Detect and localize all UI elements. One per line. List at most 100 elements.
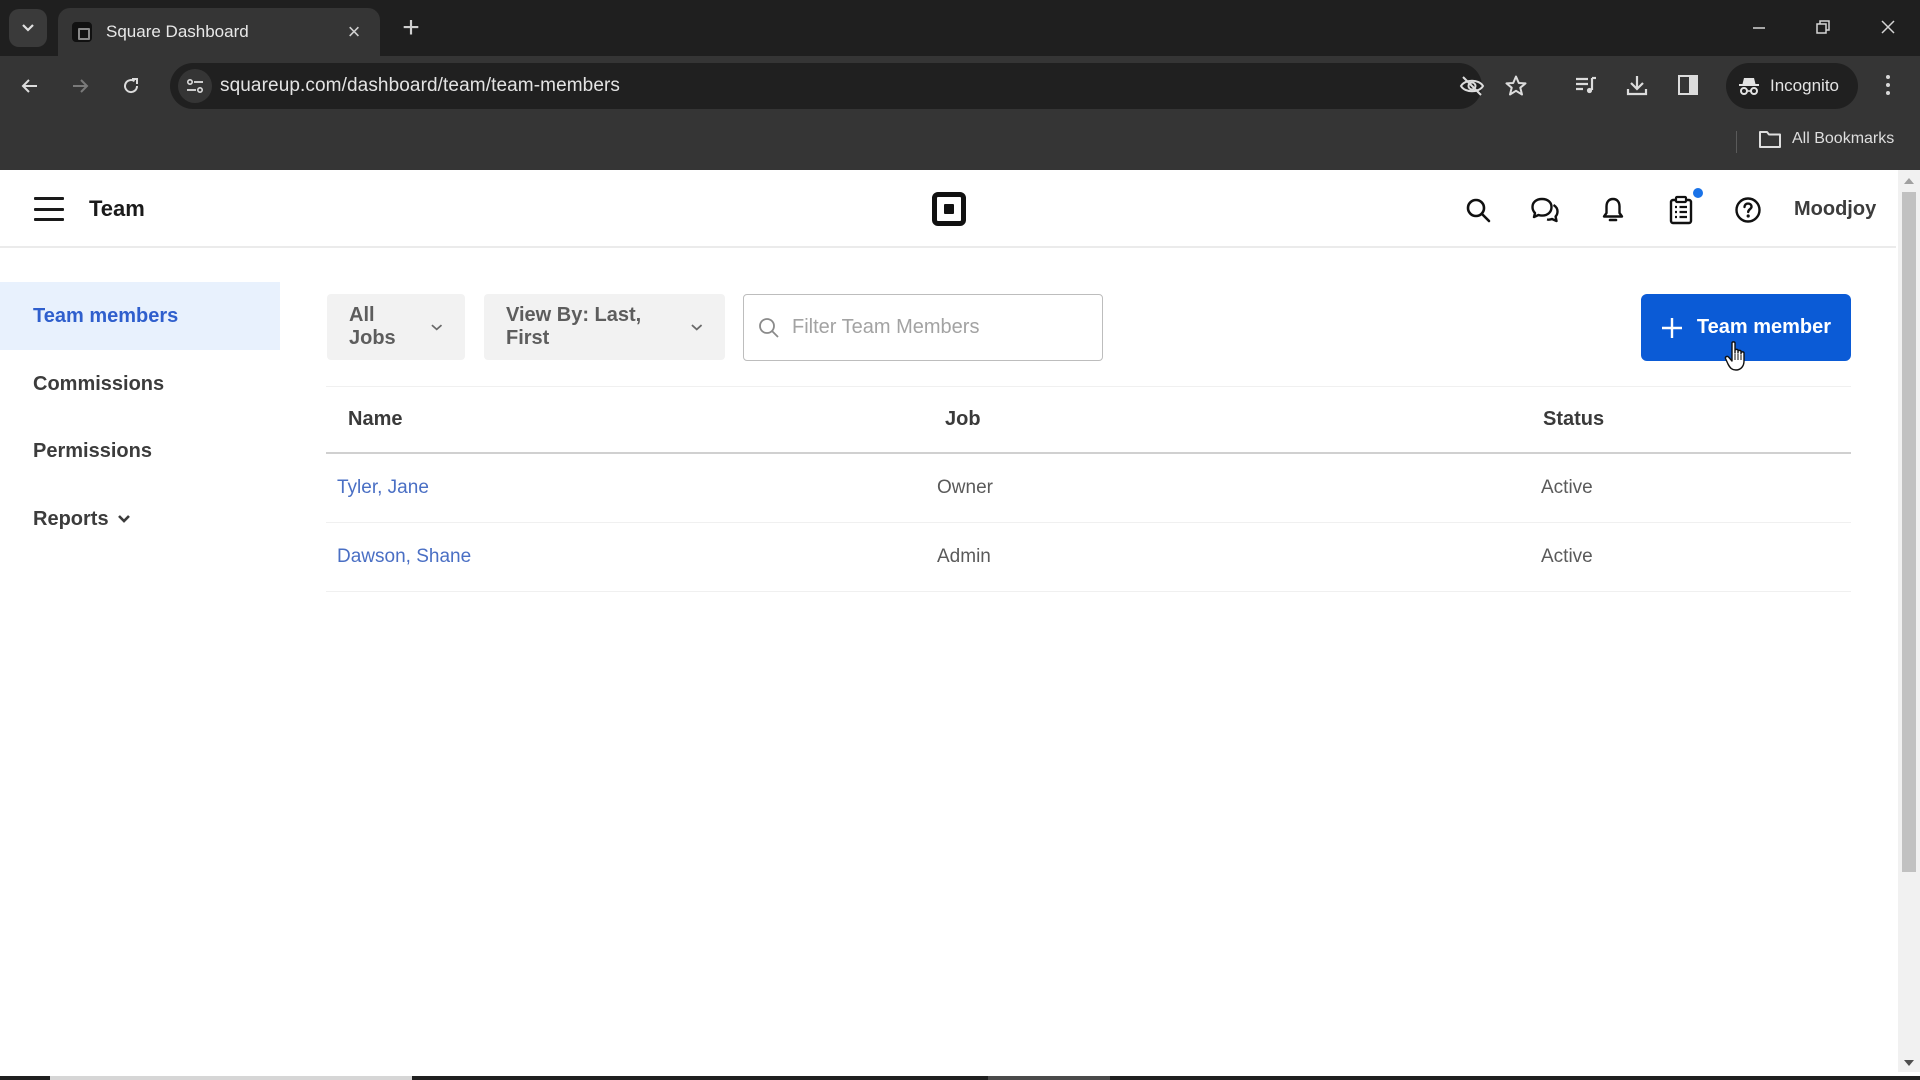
star-icon <box>1505 75 1527 96</box>
incognito-profile-button[interactable]: Incognito <box>1726 63 1858 109</box>
jobs-filter-dropdown[interactable]: All Jobs <box>327 294 465 360</box>
add-team-member-button[interactable]: Team member <box>1641 294 1851 361</box>
jobs-filter-label: All Jobs <box>349 304 396 349</box>
tab-close-icon[interactable]: × <box>342 20 366 44</box>
team-members-table: Name Job Status Tyler, Jane Owner Active… <box>326 386 1851 592</box>
scroll-down-arrow-icon[interactable] <box>1904 1060 1914 1066</box>
help-button[interactable] <box>1732 194 1764 226</box>
column-header-name[interactable]: Name <box>326 408 937 431</box>
sidebar-item-commissions[interactable]: Commissions <box>0 350 280 418</box>
page-title: Team <box>89 196 145 221</box>
column-header-status[interactable]: Status <box>1541 408 1851 431</box>
notification-dot <box>1693 188 1703 198</box>
search-icon <box>1466 198 1491 223</box>
search-button[interactable] <box>1462 194 1494 226</box>
account-name[interactable]: Moodjoy <box>1794 198 1876 221</box>
bookmark-star-button[interactable] <box>1502 72 1530 100</box>
sidebar-item-reports[interactable]: Reports <box>0 485 280 553</box>
sidebar-item-label: Permissions <box>33 439 152 462</box>
folder-icon <box>1759 131 1781 148</box>
sidebar-item-label: Commissions <box>33 372 165 395</box>
address-bar[interactable]: squareup.com/dashboard/team/team-members <box>170 63 1527 109</box>
downloads-button[interactable] <box>1622 70 1652 100</box>
messages-button[interactable] <box>1529 194 1561 226</box>
restore-button[interactable] <box>1803 10 1843 46</box>
clipboard-checklist-icon <box>1669 195 1693 225</box>
filter-team-members-input[interactable] <box>792 316 1092 339</box>
minimize-button[interactable] <box>1739 10 1779 46</box>
square-favicon-icon <box>72 22 92 42</box>
bookmarks-bar: All Bookmarks <box>0 115 1920 170</box>
url-text[interactable]: squareup.com/dashboard/team/team-members <box>220 75 620 97</box>
table-row[interactable]: Dawson, Shane Admin Active <box>326 523 1851 592</box>
help-icon <box>1735 197 1761 223</box>
tune-icon <box>186 78 204 94</box>
close-icon <box>1881 20 1895 34</box>
site-settings-button[interactable] <box>178 69 212 103</box>
incognito-icon <box>1739 78 1759 95</box>
view-by-label: View By: Last, First <box>506 304 642 349</box>
filter-team-members-field[interactable] <box>743 294 1103 361</box>
reload-button[interactable] <box>113 68 149 104</box>
forward-button[interactable] <box>62 68 98 104</box>
os-taskbar <box>0 1076 1920 1080</box>
notifications-button[interactable] <box>1597 194 1629 226</box>
tracking-protection-button[interactable] <box>1458 72 1486 100</box>
side-panel-button[interactable] <box>1673 70 1703 100</box>
queue-music-icon <box>1576 76 1596 94</box>
plus-icon <box>1661 317 1682 338</box>
reload-icon <box>124 78 139 94</box>
browser-toolbar: squareup.com/dashboard/team/team-members… <box>0 56 1920 115</box>
team-member-name-link[interactable]: Dawson, Shane <box>337 546 471 567</box>
view-by-dropdown[interactable]: View By: Last, First <box>484 294 725 360</box>
sidebar-nav: Team members Commissions Permissions Rep… <box>0 248 282 1080</box>
team-member-name-link[interactable]: Tyler, Jane <box>337 477 429 498</box>
tab-search-button[interactable] <box>9 9 47 47</box>
side-panel-icon <box>1678 75 1698 95</box>
new-tab-button[interactable]: + <box>396 12 426 44</box>
eye-off-icon <box>1459 76 1485 96</box>
chevron-down-icon <box>117 514 131 524</box>
bell-icon <box>1602 197 1624 222</box>
browser-tab-active[interactable]: Square Dashboard × <box>58 8 380 56</box>
sidebar-item-team-members[interactable]: Team members <box>0 282 280 350</box>
media-controls-button[interactable] <box>1571 70 1601 100</box>
minimize-icon <box>1753 27 1765 29</box>
scroll-up-arrow-icon[interactable] <box>1904 178 1914 184</box>
column-header-job[interactable]: Job <box>937 408 1541 431</box>
team-member-job: Owner <box>937 477 993 498</box>
page-scrollbar[interactable] <box>1898 170 1920 1072</box>
bookmarks-divider <box>1736 131 1737 153</box>
all-bookmarks-button[interactable]: All Bookmarks <box>1758 129 1894 149</box>
arrow-left-icon <box>21 79 37 93</box>
taskbar-segment <box>50 1076 412 1080</box>
hamburger-icon <box>34 197 64 200</box>
team-member-job: Admin <box>937 546 991 567</box>
tab-title: Square Dashboard <box>106 22 249 41</box>
close-window-button[interactable] <box>1868 10 1908 46</box>
table-row[interactable]: Tyler, Jane Owner Active <box>326 454 1851 523</box>
search-icon <box>759 317 779 338</box>
app-header: Team Moodjoy <box>0 170 1896 248</box>
chevron-down-icon <box>22 24 34 32</box>
scrollbar-thumb[interactable] <box>1902 192 1916 872</box>
chevron-down-icon <box>430 324 442 331</box>
download-icon <box>1626 76 1648 96</box>
add-team-member-label: Team member <box>1696 316 1832 338</box>
more-vert-icon <box>1886 75 1890 79</box>
back-button[interactable] <box>12 68 48 104</box>
sidebar-item-label: Team members <box>33 304 179 327</box>
team-member-status: Active <box>1541 477 1593 498</box>
browser-menu-button[interactable] <box>1876 70 1900 100</box>
table-header-row: Name Job Status <box>326 387 1851 454</box>
team-member-status: Active <box>1541 546 1593 567</box>
browser-tab-strip: Square Dashboard × + <box>0 0 1920 56</box>
square-logo-icon[interactable] <box>932 192 966 226</box>
menu-button[interactable] <box>34 197 64 221</box>
chevron-down-icon <box>690 324 702 331</box>
taskbar-segment <box>988 1076 1110 1080</box>
sidebar-item-permissions[interactable]: Permissions <box>0 417 280 485</box>
sidebar-item-label: Reports <box>33 507 109 530</box>
checklist-button[interactable] <box>1665 188 1703 226</box>
all-bookmarks-label: All Bookmarks <box>1792 130 1895 147</box>
